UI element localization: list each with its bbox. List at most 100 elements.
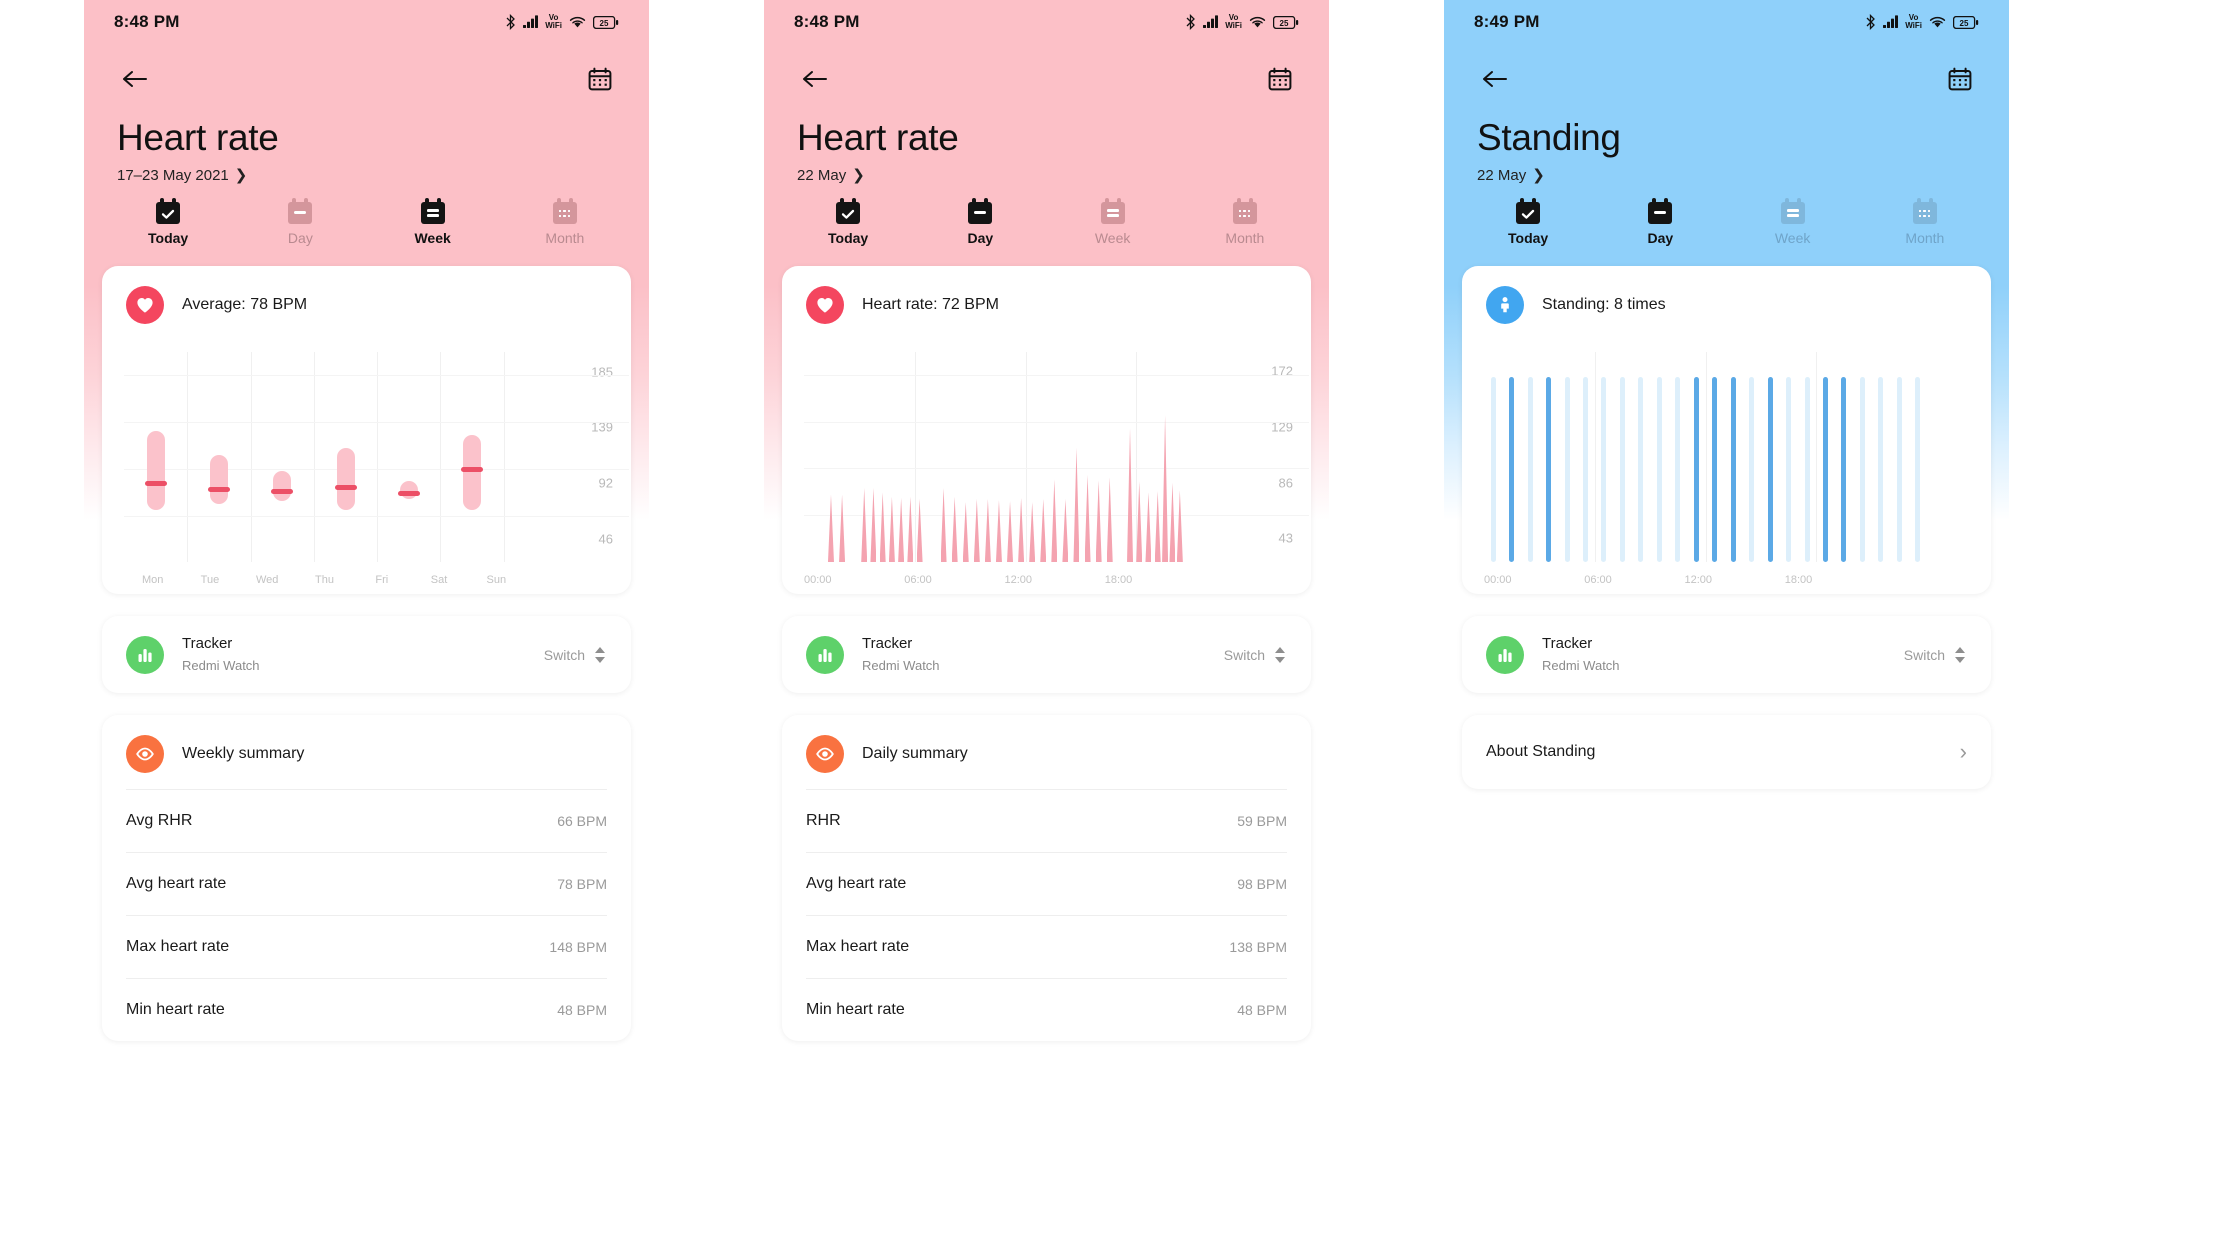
data-spike	[888, 496, 895, 562]
standing-bar	[1730, 377, 1736, 562]
tab-month[interactable]: Month	[499, 198, 631, 246]
summary-section-header: Daily summary	[782, 715, 1311, 789]
switch-tracker-button[interactable]: Switch	[544, 645, 607, 665]
grid-line-vertical	[503, 352, 505, 562]
back-arrow-icon[interactable]	[802, 69, 828, 89]
standing-bar	[1656, 377, 1662, 562]
chevron-up-down-icon[interactable]	[593, 645, 607, 665]
status-icons: Vo WiFi 25	[1185, 14, 1299, 30]
data-spike	[1169, 482, 1176, 562]
heart-icon	[137, 298, 153, 313]
bar-chart-icon	[818, 648, 832, 662]
volte-wifi-indicator: Vo WiFi	[545, 13, 562, 30]
tab-month[interactable]: Month	[1179, 198, 1311, 246]
chart-area: 00:00 06:00 12:00 18:00	[1464, 344, 1989, 594]
grid-line-vertical	[250, 352, 252, 562]
tab-day[interactable]: Day	[234, 198, 366, 246]
calendar-icon[interactable]	[1268, 67, 1292, 91]
tracker-text: Tracker Redmi Watch	[862, 634, 940, 675]
grid-line-vertical	[1025, 352, 1027, 562]
tab-day[interactable]: Day	[914, 198, 1046, 246]
calendar-week-icon	[1780, 198, 1805, 224]
grid-line-vertical	[440, 352, 442, 562]
summary-row: Max heart rate 148 BPM	[102, 916, 631, 978]
chevron-up-down-icon[interactable]	[1273, 645, 1287, 665]
title-block: Heart rate 17–23 May 2021 ❯	[84, 102, 649, 184]
tab-today[interactable]: Today	[102, 198, 234, 246]
data-spike	[1127, 428, 1134, 562]
summary-row-label: Min heart rate	[806, 1001, 905, 1018]
average-marker	[461, 466, 484, 472]
chart-card: Average: 78 BPM 46 92 139 185 Mon Tue Wed Thu Fri…	[102, 266, 631, 594]
calendar-button[interactable]	[1263, 62, 1297, 96]
chevron-up-down-icon[interactable]	[1953, 645, 1967, 665]
tab-today[interactable]: Today	[1462, 198, 1594, 246]
chart-area: 43 86 129 172 00:00 06:00 12:00 18:00	[784, 344, 1309, 594]
status-icons: Vo WiFi 25	[505, 14, 619, 30]
summary-row-label: Avg heart rate	[126, 875, 227, 892]
about-row[interactable]: About Standing ›	[1462, 715, 1991, 789]
calendar-icon[interactable]	[588, 67, 612, 91]
tab-today[interactable]: Today	[782, 198, 914, 246]
summary-row: Min heart rate 48 BPM	[102, 979, 631, 1041]
standing-bar	[1749, 377, 1755, 562]
tab-month[interactable]: Month	[1859, 198, 1991, 246]
date-selector[interactable]: 22 May ❯	[1477, 166, 2009, 185]
back-button[interactable]	[1478, 62, 1512, 96]
date-label: 22 May	[797, 166, 847, 184]
switch-label: Switch	[1223, 646, 1265, 663]
back-arrow-icon[interactable]	[1482, 69, 1508, 89]
tab-week[interactable]: Week	[1727, 198, 1859, 246]
heart-icon	[126, 286, 164, 324]
standing-bar	[1767, 377, 1773, 562]
phone-screen-heart-rate-week: 8:48 PM Vo WiFi 25 Heart rate 17–23 May 2021 ❯…	[84, 0, 649, 1260]
calendar-day-icon	[1648, 198, 1673, 224]
back-arrow-icon[interactable]	[122, 69, 148, 89]
standing-bar	[1638, 377, 1644, 562]
range-bar	[336, 447, 355, 510]
range-bar	[463, 434, 482, 510]
calendar-button[interactable]	[1943, 62, 1977, 96]
calendar-button[interactable]	[583, 62, 617, 96]
standing-bar	[1619, 377, 1625, 562]
cellular-signal-icon	[1203, 15, 1219, 28]
back-button[interactable]	[118, 62, 152, 96]
chart-plot	[804, 352, 1309, 562]
date-label: 17–23 May 2021	[117, 166, 229, 184]
switch-tracker-button[interactable]: Switch	[1224, 645, 1287, 665]
data-spike	[879, 492, 886, 562]
data-spike	[861, 488, 868, 562]
x-axis-label: Wed	[255, 574, 279, 586]
back-button[interactable]	[798, 62, 832, 96]
page-title: Heart rate	[117, 117, 279, 158]
chart-card: Heart rate: 72 BPM 43 86 129 172 00:00 06:00 12…	[782, 266, 1311, 594]
tab-label: Month	[1225, 230, 1265, 246]
x-axis-label: 12:00	[1004, 574, 1033, 586]
switch-tracker-button[interactable]: Switch	[1904, 645, 1967, 665]
calendar-icon[interactable]	[1948, 67, 1972, 91]
summary-badge-text: Standing: 8 times	[1542, 296, 1666, 313]
bar-chart-icon	[126, 635, 164, 674]
y-axis-label: 172	[1271, 363, 1293, 379]
tracker-device: Redmi Watch	[182, 658, 260, 673]
summary-row-label: Avg heart rate	[806, 875, 907, 892]
tab-bar: Today Day Week Month	[1444, 198, 2009, 246]
average-marker	[144, 480, 167, 486]
page-title: Standing	[1477, 117, 1621, 158]
grid-line-horizontal	[124, 421, 629, 423]
tab-week[interactable]: Week	[367, 198, 499, 246]
summary-row: Avg RHR 66 BPM	[102, 790, 631, 852]
data-spike	[1029, 502, 1036, 562]
tab-week[interactable]: Week	[1047, 198, 1179, 246]
data-spike	[1040, 498, 1047, 562]
tab-day[interactable]: Day	[1594, 198, 1726, 246]
summary-row-value: 48 BPM	[1237, 1002, 1287, 1018]
summary-section-header: Weekly summary	[102, 715, 631, 789]
tab-label: Week	[1094, 230, 1131, 246]
standing-bar	[1878, 377, 1884, 562]
chevron-right-icon: ❯	[852, 167, 865, 184]
grid-line-vertical	[914, 352, 916, 562]
date-selector[interactable]: 17–23 May 2021 ❯	[117, 166, 649, 185]
standing-bar	[1675, 377, 1681, 562]
date-selector[interactable]: 22 May ❯	[797, 166, 1329, 185]
